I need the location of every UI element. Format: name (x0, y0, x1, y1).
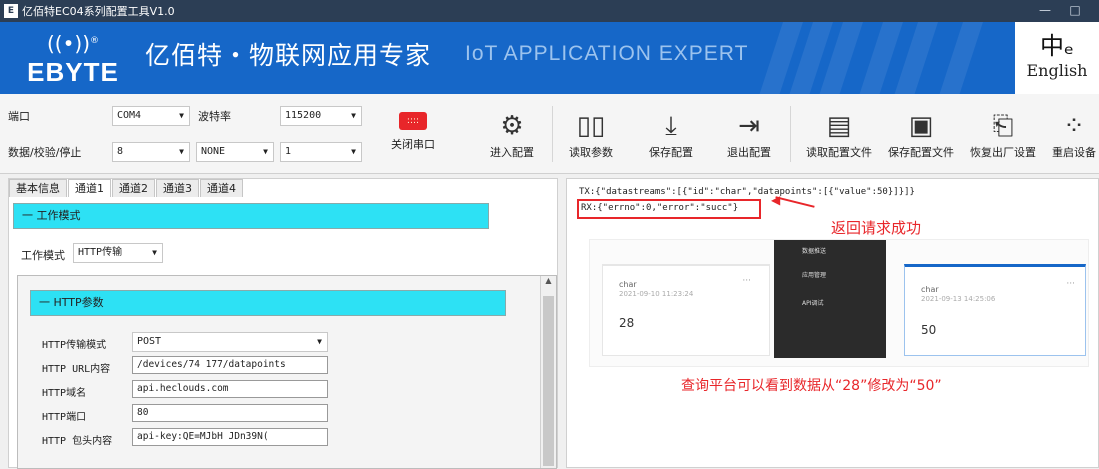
work-mode-label: 工作模式 (21, 249, 65, 262)
restore-icon: ⎗ (992, 111, 1014, 141)
tab-channel-3[interactable]: 通道3 (156, 179, 199, 197)
rx-log-line: RX:{"errno":0,"error":"succ"} (577, 199, 761, 219)
window-title: 亿佰特EC04系列配置工具V1.0 (22, 5, 175, 18)
save-config-file-button[interactable]: ▣ 保存配置文件 (884, 108, 958, 160)
stop-bits-select[interactable]: 1 ▼ (280, 142, 362, 162)
menu-item-apps[interactable]: 应用管理 (802, 270, 826, 279)
baud-select[interactable]: 115200 ▼ (280, 106, 362, 126)
book-icon: ▯▯ (576, 111, 606, 141)
http-params-header: 一 HTTP参数 (30, 290, 506, 316)
http-mode-select[interactable]: POST ▼ (132, 332, 328, 352)
tab-channel-1[interactable]: 通道1 (68, 179, 111, 197)
restart-icon: ⁘ (1063, 111, 1085, 141)
http-group: ▲ 一 HTTP参数 HTTP传输模式 POST ▼ HTTP URL内容 /de… (17, 275, 557, 469)
scrollbar[interactable]: ▲ (540, 276, 556, 468)
platform-screenshot: char 2021-09-10 11:23:24 ··· 28 数据推送 应用管… (589, 239, 1089, 367)
language-switch[interactable]: 中ₑ English (1015, 22, 1099, 94)
toolbar: 端口 COM4 ▼ 波特率 115200 ▼ 数据/校验/停止 8 ▼ NONE ▼ 1… (0, 94, 1099, 174)
tab-channel-4[interactable]: 通道4 (200, 179, 243, 197)
minimize-button[interactable]: — (1030, 0, 1060, 22)
http-port-field[interactable]: 80 (132, 404, 328, 422)
arrow-head-icon: ◀ (771, 193, 781, 207)
file-read-icon: ▤ (826, 111, 852, 141)
http-header-label: HTTP 包头内容 (42, 436, 113, 447)
http-header-field[interactable]: api-key:QE=MJbH JDn39N( (132, 428, 328, 446)
restore-factory-button[interactable]: ⎗ 恢复出厂设置 (966, 108, 1040, 160)
datastream-card-2: char 2021-09-13 14:25:06 ··· 50 (904, 264, 1086, 356)
close-port-button[interactable]: :::: 关闭串口 (388, 112, 438, 152)
maximize-button[interactable]: □ (1060, 0, 1090, 22)
menu-item-push[interactable]: 数据推送 (802, 246, 826, 255)
app-icon: E (4, 4, 18, 18)
read-params-button[interactable]: ▯▯ 读取参数 (566, 108, 616, 160)
exit-config-button[interactable]: ⇥ 退出配置 (724, 108, 774, 160)
log-panel: TX:{"datastreams":[{"id":"char","datapoi… (566, 178, 1099, 468)
title-bar: E 亿佰特EC04系列配置工具V1.0 — □ (0, 0, 1099, 22)
serial-port-icon: :::: (399, 112, 427, 130)
result-note: 查询平台可以看到数据从“28”修改为“50” (681, 378, 942, 394)
save-config-button[interactable]: ⤓ 保存配置 (646, 108, 696, 160)
language-label: English (1026, 61, 1088, 80)
config-panel: 基本信息 通道1 通道2 通道3 通道4 一 工作模式 工作模式 HTTP传输 ▼… (8, 178, 558, 469)
file-save-icon: ▣ (908, 111, 934, 141)
platform-menu: 数据推送 应用管理 API调试 (774, 240, 886, 358)
menu-item-api[interactable]: API调试 (802, 298, 824, 307)
exit-icon: ⇥ (738, 111, 760, 141)
slogan-en: IoT APPLICATION EXPERT (465, 42, 749, 65)
port-label: 端口 (8, 110, 30, 123)
work-mode-header: 一 工作模式 (13, 203, 489, 229)
http-domain-field[interactable]: api.heclouds.com (132, 380, 328, 398)
ebyte-logo: ((•))® EBYTE (27, 31, 119, 87)
success-annotation: 返回请求成功 (831, 219, 922, 237)
http-url-label: HTTP URL内容 (42, 364, 111, 375)
tab-channel-2[interactable]: 通道2 (112, 179, 155, 197)
http-url-field[interactable]: /devices/74 177/datapoints (132, 356, 328, 374)
port-select[interactable]: COM4 ▼ (112, 106, 190, 126)
arrow-annotation (775, 196, 815, 208)
http-domain-label: HTTP域名 (42, 388, 87, 399)
banner: ((•))® EBYTE 亿佰特・物联网应用专家 IoT APPLICATION… (0, 22, 1099, 94)
datastream-card-1: char 2021-09-10 11:23:24 ··· 28 (602, 264, 770, 356)
language-icon: 中ₑ (1039, 32, 1074, 60)
tx-log-line: TX:{"datastreams":[{"id":"char","datapoi… (579, 187, 915, 197)
parity-select[interactable]: NONE ▼ (196, 142, 274, 162)
data-bits-select[interactable]: 8 ▼ (112, 142, 190, 162)
channel-tabs: 基本信息 通道1 通道2 通道3 通道4 (9, 179, 244, 197)
http-mode-label: HTTP传输模式 (42, 340, 107, 351)
enter-config-button[interactable]: ⚙ 进入配置 (484, 108, 540, 160)
gear-icon: ⚙ (500, 111, 524, 141)
restart-device-button[interactable]: ⁘ 重启设备 (1044, 108, 1099, 160)
scrollbar-thumb[interactable] (543, 296, 554, 466)
tab-basic-info[interactable]: 基本信息 (9, 179, 67, 197)
download-icon: ⤓ (665, 111, 677, 141)
frame-label: 数据/校验/停止 (8, 146, 82, 159)
baud-label: 波特率 (198, 110, 231, 123)
http-port-label: HTTP端口 (42, 412, 87, 423)
slogan-cn: 亿佰特・物联网应用专家 (145, 41, 432, 70)
work-mode-select[interactable]: HTTP传输 ▼ (73, 243, 163, 263)
read-config-file-button[interactable]: ▤ 读取配置文件 (802, 108, 876, 160)
